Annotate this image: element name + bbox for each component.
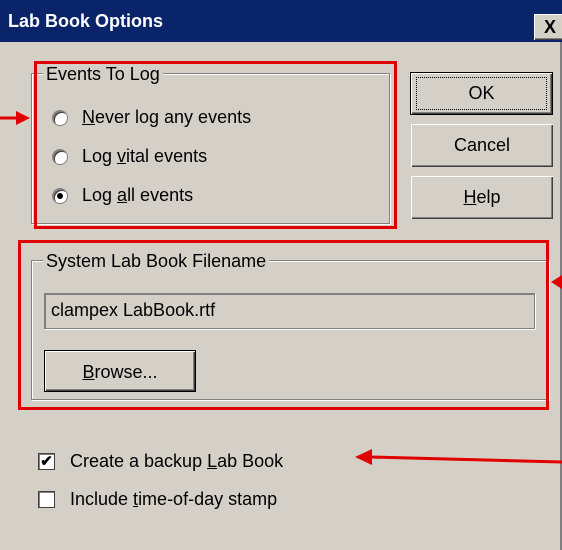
title-bar: Lab Book Options X: [0, 0, 562, 42]
screenshot: Lab Book Options X Events To Log Never l…: [0, 0, 562, 550]
help-button[interactable]: Help: [411, 176, 553, 219]
help-label: Help: [463, 187, 501, 207]
checkbox-unchecked[interactable]: [38, 491, 55, 508]
checkbox-create-backup-label: Create a backup Lab Book: [70, 451, 284, 471]
close-icon: X: [543, 17, 556, 37]
close-button[interactable]: X: [534, 14, 562, 40]
cancel-button[interactable]: Cancel: [411, 124, 553, 167]
window-title: Lab Book Options: [8, 11, 163, 31]
ok-button[interactable]: OK: [410, 72, 553, 115]
annotation-box-filename: [18, 240, 549, 410]
checkbox-checked[interactable]: ✔: [38, 453, 55, 470]
cancel-label: Cancel: [453, 135, 511, 155]
checkbox-include-timestamp-label: Include time-of-day stamp: [70, 489, 278, 509]
annotation-box-events: [34, 61, 397, 229]
focus-rect: [416, 77, 547, 110]
